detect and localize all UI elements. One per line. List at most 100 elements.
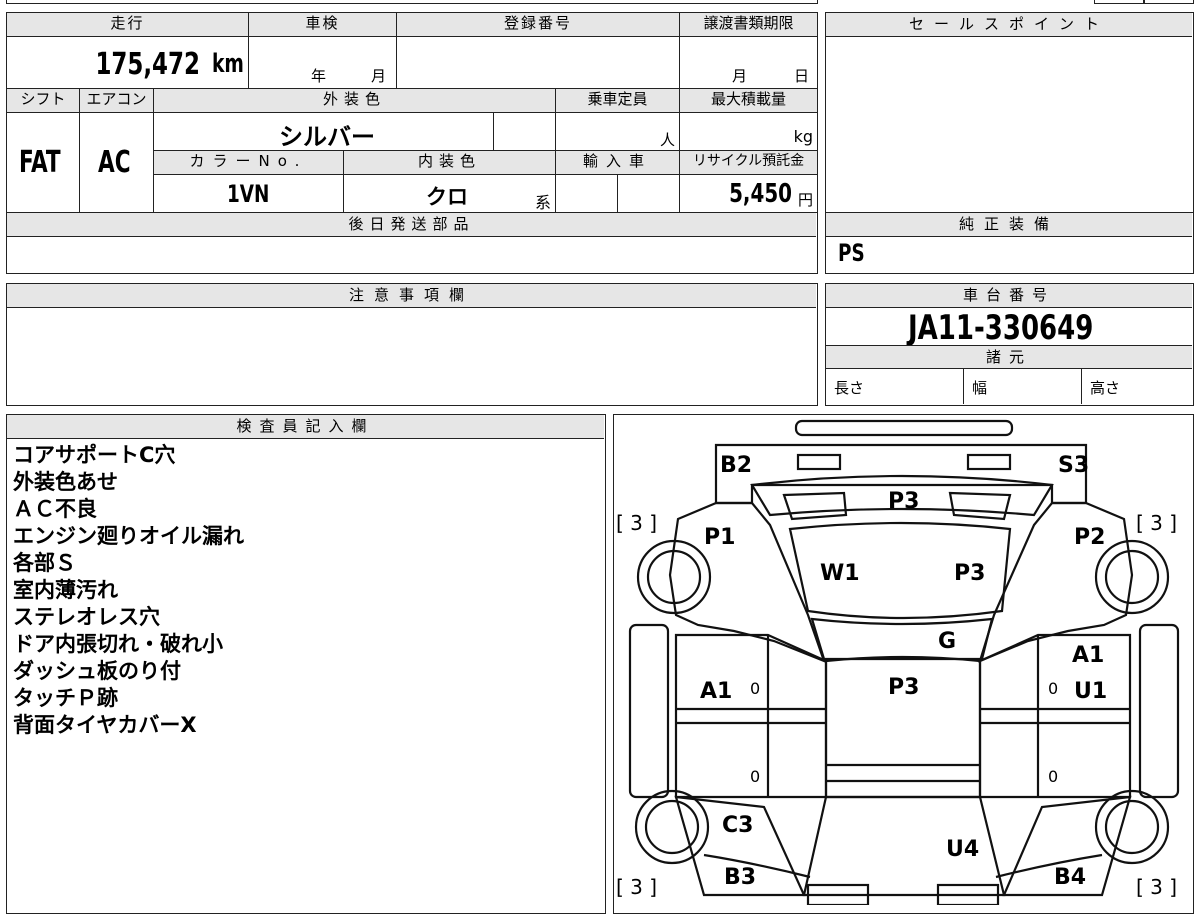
remark-item: エンジン廻りオイル漏れ xyxy=(13,524,244,548)
interior-color-value: クロ xyxy=(426,185,468,209)
door-marker-4: 0 xyxy=(1048,767,1059,786)
inspector-remarks: コアサポートC穴 外装色あせ ＡＣ不良 エンジン廻りオイル漏れ 各部Ｓ 室内薄汚… xyxy=(13,442,244,739)
genuine-equipment-header: 純正装備 xyxy=(826,213,1192,237)
interior-color-cell: クロ 系 xyxy=(344,175,556,212)
transfer-deadline-header: 譲渡書類期限 xyxy=(680,13,817,37)
tire-rating-fr: [ 3 ] xyxy=(1136,511,1178,535)
color-no-header: カラーNo. xyxy=(154,151,344,175)
genuine-equipment-box: 純正装備 PS xyxy=(825,212,1194,274)
exterior-color-value: シルバー xyxy=(279,123,375,151)
exterior-color-cell: シルバー xyxy=(154,113,494,151)
top-stub-strip xyxy=(6,0,818,4)
transfer-deadline-cell: 月 日 xyxy=(680,37,817,89)
ac-header: エアコン xyxy=(80,89,154,113)
label-p3-bonnet: P3 xyxy=(888,489,920,514)
import-header: 輸入車 xyxy=(556,151,680,175)
exterior-color-extra-cell xyxy=(494,113,556,151)
door-marker-3: 0 xyxy=(750,767,761,786)
label-b2: B2 xyxy=(720,453,753,478)
deadline-month-unit: 月 xyxy=(732,67,748,85)
caution-box: 注意事項欄 xyxy=(6,283,818,406)
later-parts-header: 後日発送部品 xyxy=(7,213,816,237)
capacity-header: 乗車定員 xyxy=(556,89,680,113)
sales-point-header: セールスポイント xyxy=(826,13,1192,37)
sales-point-box: セールスポイント xyxy=(825,12,1194,213)
tire-rating-rl: [ 3 ] xyxy=(616,875,658,899)
remark-item: 背面タイヤカバーX xyxy=(13,713,197,737)
import-cell-1 xyxy=(556,175,618,212)
length-label: 長さ xyxy=(834,379,865,397)
chassis-box: 車台番号 JA11-330649 諸元 長さ 幅 高さ xyxy=(825,283,1194,406)
vehicle-info-table: 走行 車検 登録番号 譲渡書類期限 175,472 km 年 月 月 日 シフト… xyxy=(6,12,818,213)
inspection-cell: 年 月 xyxy=(249,37,397,89)
remark-item: コアサポートC穴 xyxy=(13,443,176,467)
door-marker-1: 0 xyxy=(750,679,761,698)
exterior-color-header: 外装色 xyxy=(154,89,556,113)
mileage-cell: 175,472 km xyxy=(7,37,249,89)
mileage-value: 175,472 xyxy=(95,47,200,82)
interior-color-header: 内装色 xyxy=(344,151,556,175)
recycle-fee-value: 5,450 xyxy=(729,179,792,209)
remark-item: 外装色あせ xyxy=(13,470,118,494)
tire-rating-fl: [ 3 ] xyxy=(616,511,658,535)
inspection-month-unit: 月 xyxy=(371,67,387,85)
recycle-cell: 5,450 円 xyxy=(680,175,817,212)
label-b3: B3 xyxy=(724,865,757,890)
label-a1-right: A1 xyxy=(1072,643,1105,668)
chassis-number: JA11-330649 xyxy=(908,308,1094,348)
registration-cell xyxy=(397,37,680,89)
inspection-header: 車検 xyxy=(249,13,397,37)
label-u4: U4 xyxy=(946,837,980,862)
later-parts-box: 後日発送部品 xyxy=(6,212,818,274)
load-unit: kg xyxy=(793,127,813,146)
ac-cell: AC xyxy=(80,113,154,212)
remark-item: 室内薄汚れ xyxy=(13,578,118,602)
door-marker-2: 0 xyxy=(1048,679,1059,698)
yen-unit: 円 xyxy=(797,191,813,209)
shift-header: シフト xyxy=(7,89,80,113)
spec-header: 諸元 xyxy=(826,345,1192,369)
height-label: 高さ xyxy=(1090,379,1121,397)
deadline-day-unit: 日 xyxy=(794,67,810,85)
label-p2: P2 xyxy=(1074,525,1106,550)
top-stub-right-1 xyxy=(1094,0,1144,4)
remark-item: ダッシュ板のり付 xyxy=(13,659,181,683)
label-u1: U1 xyxy=(1074,679,1108,704)
shift-value: FAT xyxy=(19,145,61,180)
chassis-header: 車台番号 xyxy=(826,284,1192,308)
interior-color-suffix: 系 xyxy=(534,193,551,212)
label-g: G xyxy=(938,629,957,654)
label-p1: P1 xyxy=(704,525,736,550)
inspector-box: 検査員記入欄 コアサポートC穴 外装色あせ ＡＣ不良 エンジン廻りオイル漏れ 各… xyxy=(6,414,606,914)
remark-item: ＡＣ不良 xyxy=(13,497,97,521)
tire-rating-rr: [ 3 ] xyxy=(1136,875,1178,899)
ac-value: AC xyxy=(98,145,131,180)
inspector-header: 検査員記入欄 xyxy=(7,415,604,439)
color-no-cell: 1VN xyxy=(154,175,344,212)
remark-item: ステレオレス穴 xyxy=(13,605,160,629)
label-w1: W1 xyxy=(820,561,860,586)
color-no-value: 1VN xyxy=(227,180,270,208)
mileage-header: 走行 xyxy=(7,13,249,37)
label-p3-roof: P3 xyxy=(888,675,920,700)
capacity-unit: 人 xyxy=(659,131,675,149)
length-cell: 長さ xyxy=(826,369,964,404)
max-load-header: 最大積載量 xyxy=(680,89,817,113)
car-damage-diagram: B2 S3 P3 P1 P2 W1 P3 G A1 A1 U1 P3 C3 U4… xyxy=(613,414,1194,914)
genuine-equipment-value: PS xyxy=(838,239,865,267)
remark-item: ドア内張切れ・破れ小 xyxy=(13,632,223,656)
label-s3: S3 xyxy=(1058,453,1090,478)
remark-item: 各部Ｓ xyxy=(13,551,76,575)
remark-item: タッチＰ跡 xyxy=(13,686,118,710)
label-p3-glass: P3 xyxy=(954,561,986,586)
max-load-cell: kg xyxy=(680,113,817,151)
height-cell: 高さ xyxy=(1082,369,1192,404)
registration-header: 登録番号 xyxy=(397,13,680,37)
label-a1-left: A1 xyxy=(700,679,733,704)
label-c3: C3 xyxy=(722,813,754,838)
width-cell: 幅 xyxy=(964,369,1082,404)
inspection-year-unit: 年 xyxy=(311,67,327,85)
import-cell-2 xyxy=(618,175,680,212)
label-b4: B4 xyxy=(1054,865,1087,890)
width-label: 幅 xyxy=(972,379,988,397)
